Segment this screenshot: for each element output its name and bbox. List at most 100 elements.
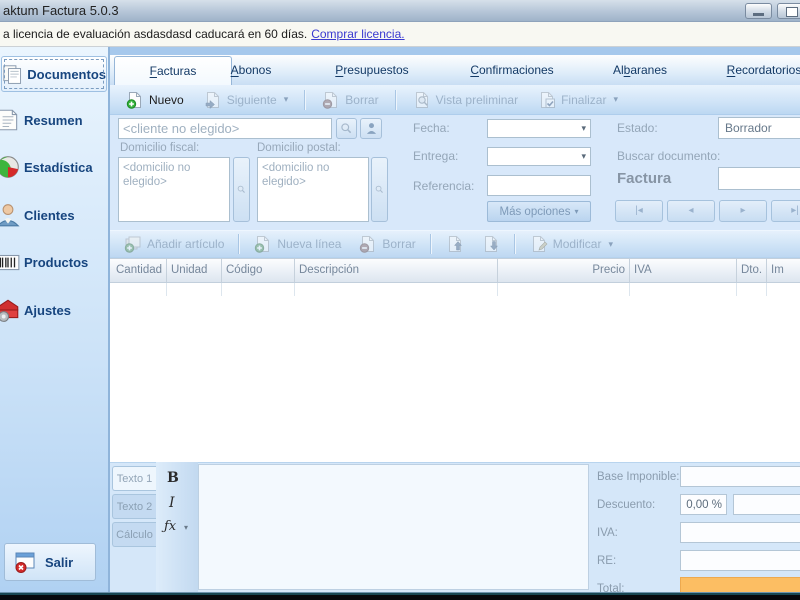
delete-line-icon [359,236,375,253]
fiscal-address-textarea[interactable] [118,157,230,222]
settings-toolbox-icon [0,299,19,322]
document-toolbar: Nuevo Siguiente ▾ Borrar Vista prelimina… [110,85,800,115]
column-header-precio[interactable]: Precio [498,259,630,282]
postal-address-expand-button[interactable] [371,157,388,222]
finalize-icon [541,91,556,108]
tab-presupuestos[interactable]: Presupuestos [317,55,427,85]
column-header-unidad[interactable]: Unidad [167,259,222,282]
empty-cell [295,283,498,296]
postal-address-textarea[interactable] [257,157,369,222]
add-article-icon [124,236,141,253]
documents-icon [3,65,22,84]
move-line-down-button[interactable] [474,232,508,256]
summary-icon [0,109,18,131]
discount-percent-field[interactable]: 0,00 % [680,494,727,515]
toolbar-separator [513,234,516,254]
new-line-button[interactable]: Nueva línea [246,232,349,256]
bold-button[interactable]: B [163,469,183,487]
base-amount-label: Base Imponible: [597,471,680,483]
delivery-label: Entrega: [413,149,459,163]
next-document-label: Siguiente [226,92,277,107]
print-preview-button[interactable]: Vista preliminar [405,88,526,112]
empty-cell [630,283,737,296]
column-header-dto[interactable]: Dto. [737,259,767,282]
exit-button[interactable]: Salir [4,543,96,581]
toolbar-separator [304,89,307,110]
iva-label: IVA: [597,527,618,539]
nav-prev-button[interactable]: ◂ [667,200,715,222]
finalize-button[interactable]: Finalizar ▾ [530,88,626,112]
fiscal-address-expand-button[interactable] [233,157,250,222]
sidebar-item-label: Clientes [24,207,75,223]
tab-albaranes[interactable]: Albaranes [585,55,695,85]
nav-next-button[interactable]: ▸ [719,200,767,222]
minimize-button[interactable] [745,3,772,19]
empty-cell [167,283,222,296]
client-search-button[interactable] [336,118,357,139]
editor-tab-calculo[interactable]: Cálculo [112,522,156,547]
column-header-cantidad[interactable]: Cantidad [112,259,167,282]
next-document-icon [205,91,219,109]
sidebar-item-documentos[interactable]: Documentos [1,56,107,92]
delete-line-button[interactable]: Borrar [351,232,423,256]
sidebar-item-resumen[interactable]: Resumen [0,106,106,134]
sidebar-item-label: Ajustes [24,302,71,318]
tab-confirmaciones[interactable]: Confirmaciones [457,55,567,85]
doc-type-label: Factura [617,170,672,187]
toolbar-separator [394,89,397,110]
new-document-icon [126,91,141,109]
tab-abonos[interactable]: Abonos [196,55,306,85]
chevron-down-icon: ▾ [608,238,613,249]
delete-document-label: Borrar [345,92,379,107]
delete-line-label: Borrar [382,237,416,251]
iva-field [680,522,800,543]
column-header-iva[interactable]: IVA [630,259,737,282]
discount-amount-field [733,494,800,515]
editor-tab-texto1[interactable]: Texto 1 [112,466,156,491]
products-barcode-icon [0,254,20,271]
maximize-button[interactable] [777,3,800,19]
chevron-down-icon: ▾ [574,207,579,216]
state-field: Borrador [718,117,800,139]
toolbar-separator [429,234,432,254]
reference-input[interactable] [487,175,591,196]
client-input[interactable] [118,118,332,139]
document-search-input[interactable] [718,167,800,190]
modify-line-button[interactable]: Modificar ▾ [522,232,621,256]
lines-grid-body [110,296,800,462]
magnifier-icon [375,185,384,194]
app-title: aktum Factura 5.0.3 [3,3,119,18]
sidebar-item-estadistica[interactable]: Estadística [0,153,106,181]
add-article-button[interactable]: Añadir artículo [116,232,232,256]
delivery-combobox[interactable]: ▾ [487,147,591,166]
formula-button[interactable]: ƒx [160,518,180,535]
new-line-label: Nueva línea [277,237,342,251]
fiscal-address-label: Domicilio fiscal: [120,142,200,154]
new-document-button[interactable]: Nuevo [118,88,192,112]
lines-grid-header: Cantidad Unidad Código Descripción Preci… [110,258,800,283]
date-combobox[interactable]: ▾ [487,119,591,138]
column-header-descripcion[interactable]: Descripción [295,259,498,282]
finalize-label: Finalizar [561,92,607,107]
column-header-codigo[interactable]: Código [222,259,295,282]
nav-last-button[interactable]: ▸| [771,200,800,222]
next-document-button[interactable]: Siguiente ▾ [196,88,297,112]
delete-document-button[interactable]: Borrar [314,88,386,112]
nav-first-button[interactable]: |◂ [615,200,663,222]
editor-tab-texto2[interactable]: Texto 2 [112,494,156,519]
move-line-up-button[interactable] [438,232,472,256]
print-preview-label: Vista preliminar [435,92,519,107]
sidebar-item-clientes[interactable]: Clientes [0,201,106,229]
italic-button[interactable]: I [165,494,179,512]
column-header-importe[interactable]: Im [767,259,800,282]
document-notes-textarea[interactable] [198,464,589,590]
chevron-down-icon: ▾ [581,123,586,133]
buy-license-link[interactable]: Comprar licencia. [311,27,404,41]
sidebar-item-productos[interactable]: Productos [0,248,106,276]
sidebar-item-ajustes[interactable]: Ajustes [0,296,106,324]
more-options-button[interactable]: Más opciones ▾ [487,201,591,222]
client-pick-button[interactable] [360,118,382,139]
empty-cell [767,283,800,296]
chevron-down-icon: ▾ [184,523,189,532]
tab-recordatorios[interactable]: Recordatorios [709,55,800,85]
